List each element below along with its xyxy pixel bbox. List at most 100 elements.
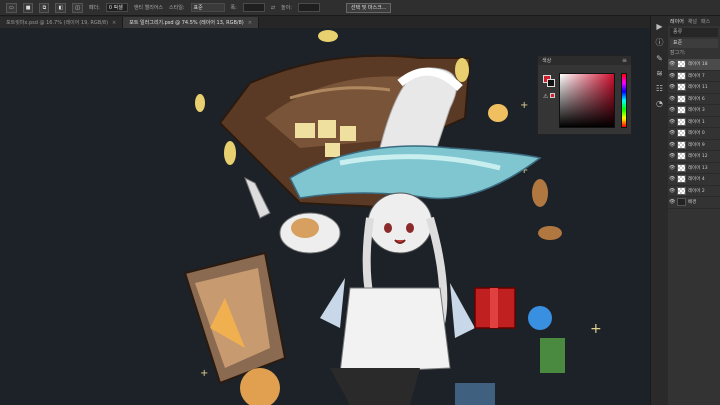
visibility-eye-icon[interactable]: 👁 bbox=[669, 142, 675, 148]
svg-text:+: + bbox=[200, 368, 208, 379]
layer-name: 레이어 13 bbox=[688, 165, 708, 171]
layer-name: 레이어 2 bbox=[688, 188, 705, 194]
visibility-eye-icon[interactable]: 👁 bbox=[669, 119, 675, 125]
info-icon[interactable]: ⓘ bbox=[656, 37, 664, 48]
tab-document-1[interactable]: 포트릿마x.psd @ 16.7% (레이어 19, RGB/8) × bbox=[0, 17, 124, 28]
style-label: 스타일: bbox=[169, 5, 185, 11]
layer-thumbnail bbox=[677, 163, 686, 172]
layers-panel: 레이어 채널 패스 종류 표준 잠그기: 👁 레이어 18 👁 레이어 7 👁 레이어 1… bbox=[668, 16, 720, 405]
height-input[interactable] bbox=[297, 3, 320, 12]
svg-text:+: + bbox=[520, 100, 528, 111]
panel-icon-strip: ▶ ⓘ ✎ ≋ ☷ ◔ bbox=[650, 16, 668, 405]
layer-thumbnail bbox=[677, 83, 686, 92]
antialias-label[interactable]: 앤티 앨리어스 bbox=[134, 4, 163, 11]
layer-thumbnail bbox=[677, 94, 686, 103]
layer-thumbnail bbox=[677, 129, 686, 138]
visibility-eye-icon[interactable]: 👁 bbox=[669, 73, 675, 79]
visibility-eye-icon[interactable]: 👁 bbox=[669, 84, 675, 90]
layer-list: 👁 레이어 18 👁 레이어 7 👁 레이어 11 👁 레이어 6 👁 레이어 3 👁 레이어 1 👁 레… bbox=[668, 59, 720, 209]
panel-menu-icon[interactable]: ≡ bbox=[622, 57, 627, 64]
feather-input[interactable]: 0 픽셀 bbox=[105, 3, 128, 12]
properties-icon[interactable]: ☷ bbox=[656, 84, 663, 93]
visibility-eye-icon[interactable]: 👁 bbox=[669, 176, 675, 182]
color-panel-title: 색상 bbox=[542, 58, 552, 64]
layer-thumbnail bbox=[677, 140, 686, 149]
layer-name: 레이어 11 bbox=[688, 85, 708, 91]
visibility-eye-icon[interactable]: 👁 bbox=[669, 107, 675, 113]
layer-row[interactable]: 👁 레이어 6 bbox=[668, 94, 720, 105]
layer-row[interactable]: 👁 레이어 0 bbox=[668, 128, 720, 140]
visibility-eye-icon[interactable]: 👁 bbox=[669, 96, 675, 102]
layer-name: 레이어 12 bbox=[688, 154, 708, 160]
options-bar: ▭ ■ ⧉ ◧ ◫ 페더: 0 픽셀 앤티 앨리어스 스타일: 표준 폭: ⇄ … bbox=[0, 0, 720, 16]
layer-row[interactable]: 👁 레이어 9 bbox=[668, 140, 720, 151]
style-select[interactable]: 표준 bbox=[190, 3, 225, 12]
layer-row[interactable]: 👁 레이어 2 bbox=[668, 186, 720, 197]
layer-row[interactable]: 👁 레이어 12 bbox=[668, 151, 720, 163]
tab-document-2[interactable]: 포트 일러그리기.psd @ 74.5% (레이어 13, RGB/8) × bbox=[123, 17, 259, 28]
close-icon[interactable]: × bbox=[248, 20, 252, 26]
layer-row[interactable]: 👁 레이어 4 bbox=[668, 174, 720, 186]
play-icon[interactable]: ▶ bbox=[656, 22, 662, 31]
visibility-eye-icon[interactable]: 👁 bbox=[669, 165, 675, 171]
history-icon[interactable]: ◔ bbox=[656, 99, 663, 108]
color-panel-header[interactable]: 색상 bbox=[538, 56, 631, 65]
visibility-eye-icon[interactable]: 👁 bbox=[669, 153, 675, 159]
blend-mode-select[interactable]: 표준 bbox=[670, 39, 718, 48]
brush-icon[interactable]: ✎ bbox=[656, 54, 663, 63]
gamut-warning-swatch[interactable] bbox=[550, 93, 555, 98]
width-input[interactable] bbox=[242, 3, 265, 12]
visibility-eye-icon[interactable]: 👁 bbox=[669, 130, 675, 136]
layer-row[interactable]: 👁 레이어 13 bbox=[668, 163, 720, 174]
layer-name: 레이어 1 bbox=[688, 119, 705, 125]
hue-slider[interactable] bbox=[621, 73, 627, 128]
layer-thumbnail bbox=[677, 186, 686, 195]
adjust-icon[interactable]: ≋ bbox=[656, 69, 663, 78]
swap-icon[interactable]: ⇄ bbox=[271, 5, 275, 11]
layer-thumbnail bbox=[677, 60, 686, 69]
layer-name: 레이어 4 bbox=[688, 177, 705, 183]
tab-label: 포트릿마x.psd @ 16.7% (레이어 19, RGB/8) bbox=[6, 20, 109, 26]
tab-paths[interactable]: 패스 bbox=[701, 18, 710, 25]
document-tabs: 포트릿마x.psd @ 16.7% (레이어 19, RGB/8) × 포트 일… bbox=[0, 16, 650, 28]
tab-channels[interactable]: 채널 bbox=[688, 18, 697, 25]
feather-label: 페더: bbox=[88, 5, 100, 11]
layer-name: 레이어 6 bbox=[688, 96, 705, 102]
pizza-box bbox=[183, 251, 287, 405]
visibility-eye-icon[interactable]: 👁 bbox=[669, 199, 675, 205]
visibility-eye-icon[interactable]: 👁 bbox=[669, 61, 675, 67]
color-panel: 색상 ≡ ⚠ bbox=[537, 55, 632, 135]
marquee-tool-icon[interactable]: ▭ bbox=[6, 2, 17, 13]
add-selection-icon[interactable]: ⧉ bbox=[39, 2, 50, 13]
layer-name: 레이어 3 bbox=[688, 108, 705, 114]
layer-thumbnail bbox=[677, 71, 686, 80]
layer-row[interactable]: 👁 레이어 7 bbox=[668, 71, 720, 82]
new-selection-icon[interactable]: ■ bbox=[22, 2, 34, 13]
background-color-swatch[interactable] bbox=[547, 79, 555, 87]
tab-layers[interactable]: 레이어 bbox=[670, 18, 684, 25]
height-label: 높이: bbox=[281, 5, 292, 11]
layer-row[interactable]: 👁 레이어 18 bbox=[668, 59, 720, 71]
lock-label: 잠그기: bbox=[670, 50, 686, 56]
intersect-selection-icon[interactable]: ◫ bbox=[72, 2, 83, 13]
tab-label: 포트 일러그리기.psd @ 74.5% (레이어 13, RGB/8) bbox=[129, 20, 244, 26]
layer-row[interactable]: 👁 레이어 1 bbox=[668, 117, 720, 128]
layer-row[interactable]: 👁 배경 bbox=[668, 197, 720, 209]
select-and-mask-button[interactable]: 선택 및 마스크... bbox=[345, 2, 392, 13]
layer-thumbnail bbox=[677, 106, 686, 115]
visibility-eye-icon[interactable]: 👁 bbox=[669, 188, 675, 194]
layer-row[interactable]: 👁 레이어 11 bbox=[668, 82, 720, 94]
layer-name: 레이어 7 bbox=[688, 73, 705, 79]
layer-filter-select[interactable]: 종류 bbox=[670, 28, 718, 37]
width-label: 폭: bbox=[230, 5, 237, 11]
layer-thumbnail bbox=[677, 117, 686, 126]
layer-thumbnail bbox=[677, 198, 686, 207]
layer-thumbnail bbox=[677, 152, 686, 161]
layer-name: 레이어 18 bbox=[688, 62, 708, 68]
character-figure bbox=[320, 192, 475, 405]
subtract-selection-icon[interactable]: ◧ bbox=[55, 2, 67, 13]
layer-name: 레이어 0 bbox=[688, 131, 705, 137]
color-spectrum-field[interactable] bbox=[559, 73, 615, 128]
layer-row[interactable]: 👁 레이어 3 bbox=[668, 105, 720, 117]
close-icon[interactable]: × bbox=[112, 20, 116, 26]
